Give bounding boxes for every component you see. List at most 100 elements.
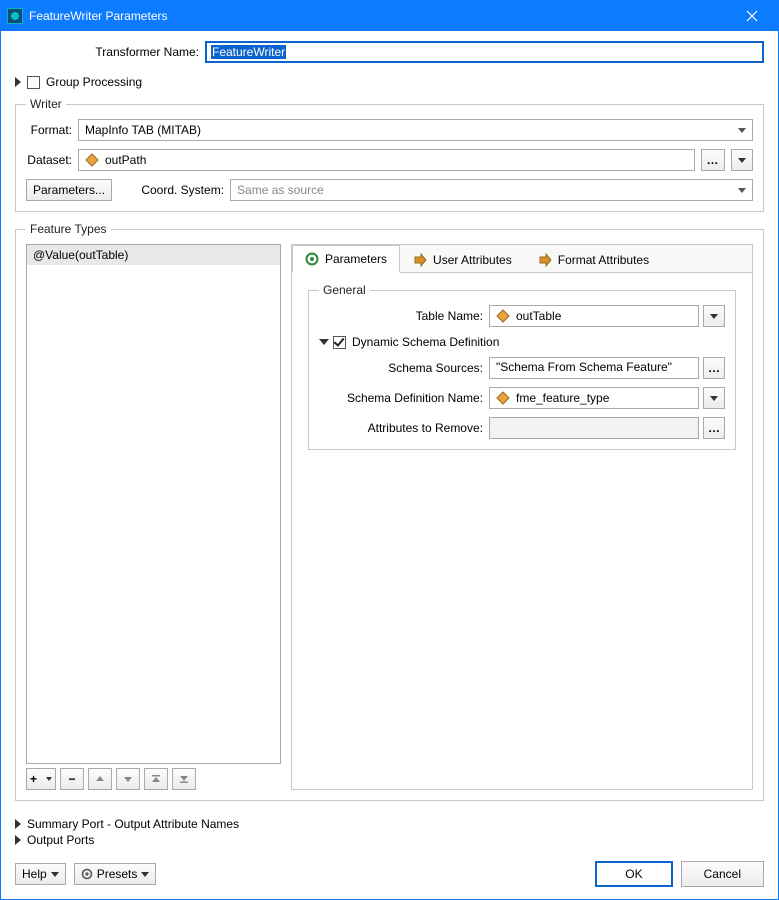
feature-types-left: @Value(outTable) + −: [26, 244, 281, 790]
move-up-button[interactable]: [88, 768, 112, 790]
schema-sources-row: Schema Sources: "Schema From Schema Feat…: [319, 357, 725, 379]
titlebar: FeatureWriter Parameters: [1, 1, 778, 31]
table-name-label: Table Name:: [319, 309, 489, 323]
close-button[interactable]: [729, 1, 774, 31]
parameters-button-label: Parameters...: [33, 183, 105, 197]
feature-types-right: Parameters User Attributes: [291, 244, 753, 790]
group-processing-disclosure[interactable]: Group Processing: [15, 75, 764, 89]
output-ports-label: Output Ports: [27, 833, 94, 847]
gear-icon: [81, 868, 93, 880]
chevron-down-icon: [738, 188, 746, 193]
chevron-down-icon: [51, 872, 59, 877]
schema-sources-value: "Schema From Schema Feature": [496, 360, 672, 374]
arrow-top-icon: [151, 774, 161, 784]
chevron-right-icon: [15, 77, 21, 87]
arrow-up-icon: [95, 774, 105, 784]
attrs-remove-label: Attributes to Remove:: [319, 421, 489, 435]
footer: Help Presets OK Cancel: [15, 855, 764, 887]
ellipsis-icon: …: [708, 421, 720, 435]
schema-def-name-row: Schema Definition Name: fme_feature_type: [319, 387, 725, 409]
general-legend: General: [319, 283, 370, 297]
arrow-right-icon: [413, 253, 427, 267]
transformer-name-label: Transformer Name:: [15, 45, 205, 59]
ok-button-label: OK: [625, 867, 642, 881]
help-button-label: Help: [22, 867, 47, 881]
dynamic-schema-checkbox[interactable]: [333, 336, 346, 349]
summary-port-disclosure[interactable]: Summary Port - Output Attribute Names: [15, 817, 764, 831]
feature-type-item-label: @Value(outTable): [33, 248, 128, 262]
transformer-name-input[interactable]: FeatureWriter: [205, 41, 764, 63]
summary-port-label: Summary Port - Output Attribute Names: [27, 817, 239, 831]
tab-user-attributes-label: User Attributes: [433, 253, 512, 267]
dataset-row: Dataset: outPath …: [26, 149, 753, 171]
close-icon: [746, 10, 758, 22]
add-feature-type-button[interactable]: +: [26, 768, 56, 790]
plus-icon: +: [30, 772, 37, 786]
chevron-down-icon: [141, 872, 149, 877]
app-icon: [7, 8, 23, 24]
cancel-button-label: Cancel: [704, 867, 741, 881]
dataset-value: outPath: [105, 153, 146, 167]
parameter-icon: [85, 153, 99, 167]
chevron-down-icon: [710, 314, 718, 319]
attrs-remove-row: Attributes to Remove: …: [319, 417, 725, 439]
parameters-button[interactable]: Parameters...: [26, 179, 112, 201]
remove-feature-type-button[interactable]: −: [60, 768, 84, 790]
schema-sources-input[interactable]: "Schema From Schema Feature": [489, 357, 699, 379]
params-coord-row: Parameters... Coord. System: Same as sou…: [26, 179, 753, 201]
format-value: MapInfo TAB (MITAB): [85, 122, 201, 138]
arrow-down-icon: [123, 774, 133, 784]
ok-button[interactable]: OK: [595, 861, 672, 887]
feature-type-item[interactable]: @Value(outTable): [27, 245, 280, 266]
tab-parameters[interactable]: Parameters: [292, 245, 400, 273]
format-select[interactable]: MapInfo TAB (MITAB): [78, 119, 753, 141]
general-fieldset: General Table Name: outTable: [308, 283, 736, 450]
chevron-down-icon[interactable]: [319, 339, 329, 345]
schema-def-name-dropdown-button[interactable]: [703, 387, 725, 409]
ellipsis-icon: …: [708, 361, 720, 375]
presets-button-label: Presets: [97, 867, 138, 881]
schema-def-name-input[interactable]: fme_feature_type: [489, 387, 699, 409]
tab-user-attributes[interactable]: User Attributes: [400, 245, 525, 273]
writer-fieldset: Writer Format: MapInfo TAB (MITAB) Datas…: [15, 97, 764, 212]
feature-types-container: @Value(outTable) + −: [26, 244, 753, 790]
chevron-down-icon: [738, 128, 746, 133]
dialog-window: FeatureWriter Parameters Transformer Nam…: [0, 0, 779, 900]
schema-sources-label: Schema Sources:: [319, 361, 489, 375]
schema-def-name-label: Schema Definition Name:: [319, 391, 489, 405]
parameter-icon: [496, 309, 510, 323]
move-top-button[interactable]: [144, 768, 168, 790]
chevron-right-icon: [15, 819, 21, 829]
table-name-row: Table Name: outTable: [319, 305, 725, 327]
chevron-right-icon: [15, 835, 21, 845]
coord-system-select[interactable]: Same as source: [230, 179, 753, 201]
group-processing-checkbox[interactable]: [27, 76, 40, 89]
attrs-remove-browse-button[interactable]: …: [703, 417, 725, 439]
tab-format-attributes[interactable]: Format Attributes: [525, 245, 662, 273]
table-name-dropdown-button[interactable]: [703, 305, 725, 327]
help-button[interactable]: Help: [15, 863, 66, 885]
presets-button[interactable]: Presets: [74, 863, 157, 885]
dataset-input[interactable]: outPath: [78, 149, 695, 171]
feature-types-list[interactable]: @Value(outTable): [26, 244, 281, 764]
dataset-dropdown-button[interactable]: [731, 149, 753, 171]
dynamic-schema-label: Dynamic Schema Definition: [352, 335, 499, 349]
dataset-browse-button[interactable]: …: [701, 149, 725, 171]
format-row: Format: MapInfo TAB (MITAB): [26, 119, 753, 141]
attrs-remove-input[interactable]: [489, 417, 699, 439]
table-name-input[interactable]: outTable: [489, 305, 699, 327]
dialog-body: Transformer Name: FeatureWriter Group Pr…: [1, 31, 778, 899]
move-down-button[interactable]: [116, 768, 140, 790]
arrow-bottom-icon: [179, 774, 189, 784]
window-title: FeatureWriter Parameters: [29, 9, 729, 23]
cancel-button[interactable]: Cancel: [681, 861, 764, 887]
minus-icon: −: [68, 772, 75, 786]
chevron-down-icon: [710, 396, 718, 401]
format-label: Format:: [26, 123, 78, 137]
output-ports-disclosure[interactable]: Output Ports: [15, 833, 764, 847]
tabs: Parameters User Attributes: [292, 245, 752, 273]
move-bottom-button[interactable]: [172, 768, 196, 790]
schema-sources-browse-button[interactable]: …: [703, 357, 725, 379]
gear-icon: [305, 252, 319, 266]
arrow-right-icon: [538, 253, 552, 267]
